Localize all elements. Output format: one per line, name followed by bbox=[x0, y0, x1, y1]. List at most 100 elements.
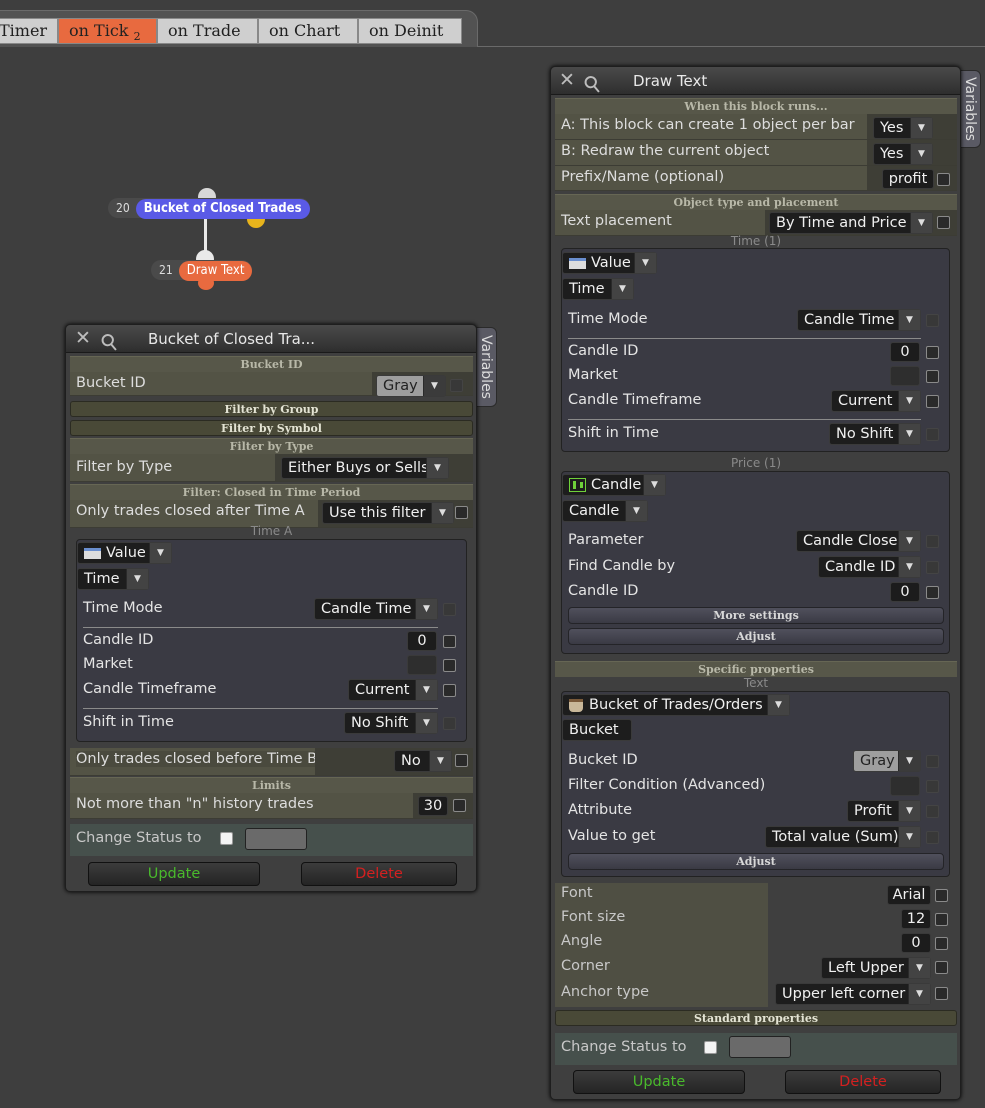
checkbox[interactable] bbox=[926, 561, 939, 574]
before-time-b-checkbox[interactable] bbox=[455, 754, 468, 767]
tab-on-chart[interactable]: on Chart bbox=[258, 18, 358, 44]
status-checkbox[interactable] bbox=[704, 1041, 717, 1054]
market-input[interactable] bbox=[407, 655, 437, 675]
find-candle-select[interactable]: Candle ID ▼ bbox=[818, 556, 921, 578]
filter-condition-input[interactable] bbox=[890, 776, 920, 796]
shift-select[interactable]: No Shift ▼ bbox=[344, 712, 438, 734]
after-time-a-checkbox[interactable] bbox=[455, 506, 468, 519]
update-button[interactable]: Update bbox=[88, 862, 260, 886]
checkbox[interactable] bbox=[926, 805, 939, 818]
checkbox[interactable] bbox=[443, 717, 456, 730]
standard-properties-bar[interactable]: Standard properties bbox=[555, 1010, 957, 1026]
checkbox[interactable] bbox=[926, 831, 939, 844]
corner-checkbox[interactable] bbox=[935, 961, 948, 974]
chevron-down-icon: ▼ bbox=[643, 475, 665, 495]
node-draw-text[interactable]: 21 Draw Text bbox=[151, 260, 253, 281]
more-settings-bar[interactable]: More settings bbox=[568, 607, 944, 624]
candle-id-checkbox[interactable] bbox=[443, 635, 456, 648]
market-input[interactable] bbox=[890, 366, 920, 386]
limit-checkbox[interactable] bbox=[453, 799, 466, 812]
filter-by-symbol-bar[interactable]: Filter by Symbol bbox=[70, 420, 473, 436]
placement-checkbox[interactable] bbox=[937, 216, 950, 229]
checkbox[interactable] bbox=[926, 780, 939, 793]
market-label: Market bbox=[568, 367, 618, 383]
candle-type-select[interactable]: Candle ▼ bbox=[562, 500, 648, 522]
market-checkbox[interactable] bbox=[443, 659, 456, 672]
tab-on-deinit[interactable]: on Deinit bbox=[358, 18, 462, 44]
checkbox[interactable] bbox=[926, 755, 939, 768]
market-checkbox[interactable] bbox=[926, 370, 939, 383]
attribute-select[interactable]: Profit ▼ bbox=[847, 800, 921, 822]
anchor-checkbox[interactable] bbox=[935, 987, 948, 1000]
bucket-id-select[interactable]: Gray ▼ bbox=[376, 375, 446, 397]
close-icon[interactable]: ✕ bbox=[558, 71, 576, 90]
delete-button[interactable]: Delete bbox=[785, 1070, 941, 1094]
candle-id2-input[interactable]: 0 bbox=[890, 582, 920, 602]
prefix-checkbox[interactable] bbox=[937, 173, 950, 186]
timeframe-checkbox[interactable] bbox=[926, 395, 939, 408]
tab-on-tick[interactable]: on Tick 2 bbox=[58, 18, 157, 44]
variables-tab[interactable]: Variables bbox=[959, 70, 981, 148]
create-per-bar-select[interactable]: Yes ▼ bbox=[873, 117, 933, 139]
candle-source-select[interactable]: Candle ▼ bbox=[562, 474, 666, 496]
candle-id-label: Candle ID bbox=[83, 632, 154, 648]
checkbox[interactable] bbox=[926, 428, 939, 441]
timeframe-select[interactable]: Current ▼ bbox=[831, 390, 921, 412]
value-to-get-select[interactable]: Total value (Sum) ▼ bbox=[765, 826, 921, 848]
status-color-field[interactable] bbox=[245, 828, 307, 850]
font-input[interactable]: Arial bbox=[887, 885, 931, 905]
tab-timer[interactable]: Timer bbox=[0, 18, 58, 44]
filter-condition-label: Filter Condition (Advanced) bbox=[568, 777, 766, 793]
value-source-select[interactable]: Value ▼ bbox=[77, 542, 172, 564]
checkbox[interactable] bbox=[926, 535, 939, 548]
time-type-select[interactable]: Time ▼ bbox=[562, 278, 634, 300]
delete-button[interactable]: Delete bbox=[301, 862, 457, 886]
update-button[interactable]: Update bbox=[573, 1070, 745, 1094]
bucket-type-select[interactable]: Bucket bbox=[562, 719, 632, 741]
shift-select[interactable]: No Shift ▼ bbox=[829, 423, 921, 445]
checkbox[interactable] bbox=[926, 314, 939, 327]
status-checkbox[interactable] bbox=[220, 832, 233, 845]
filter-type-select[interactable]: Either Buys or Sells ▼ bbox=[281, 457, 449, 479]
font-size-input[interactable]: 12 bbox=[901, 909, 931, 929]
variables-tab[interactable]: Variables bbox=[475, 327, 497, 407]
checkbox[interactable] bbox=[443, 603, 456, 616]
time-mode-select[interactable]: Candle Time ▼ bbox=[314, 598, 438, 620]
bucket-id-select[interactable]: Gray ▼ bbox=[853, 750, 921, 772]
timeframe-checkbox[interactable] bbox=[443, 684, 456, 697]
prefix-input[interactable]: profit bbox=[882, 169, 934, 189]
limit-input[interactable]: 30 bbox=[418, 796, 448, 816]
status-color-field[interactable] bbox=[729, 1036, 791, 1058]
close-icon[interactable]: ✕ bbox=[74, 329, 92, 348]
bucket-source-select[interactable]: Bucket of Trades/Orders ▼ bbox=[562, 694, 790, 716]
tab-on-trade[interactable]: on Trade bbox=[157, 18, 258, 44]
after-time-a-select[interactable]: Use this filter ▼ bbox=[322, 502, 454, 524]
node-bucket-closed-trades[interactable]: 20 Bucket of Closed Trades bbox=[108, 198, 310, 219]
adjust-bar[interactable]: Adjust bbox=[568, 853, 944, 870]
time-type-select[interactable]: Time ▼ bbox=[77, 568, 149, 590]
timeframe-select[interactable]: Current ▼ bbox=[348, 679, 438, 701]
font-size-checkbox[interactable] bbox=[935, 913, 948, 926]
value-source-select[interactable]: Value ▼ bbox=[562, 252, 657, 274]
candle-id2-checkbox[interactable] bbox=[926, 586, 939, 599]
panel-header[interactable]: ✕ ⚲ Bucket of Closed Tra... bbox=[66, 325, 476, 358]
before-time-b-select[interactable]: No ▼ bbox=[394, 750, 452, 772]
candle-id-checkbox[interactable] bbox=[926, 346, 939, 359]
redraw-select[interactable]: Yes ▼ bbox=[873, 143, 933, 165]
parameter-select[interactable]: Candle Close ▼ bbox=[796, 530, 921, 552]
candle-id-input[interactable]: 0 bbox=[890, 342, 920, 362]
corner-select[interactable]: Left Upper ▼ bbox=[821, 957, 931, 979]
time-mode-select[interactable]: Candle Time ▼ bbox=[797, 309, 921, 331]
filter-by-group-bar[interactable]: Filter by Group bbox=[70, 401, 473, 417]
pin-icon[interactable]: ⚲ bbox=[96, 319, 134, 358]
candle-id-input[interactable]: 0 bbox=[407, 631, 437, 651]
anchor-select[interactable]: Upper left corner ▼ bbox=[775, 983, 931, 1005]
text-placement-select[interactable]: By Time and Price ▼ bbox=[769, 212, 933, 234]
angle-input[interactable]: 0 bbox=[901, 933, 931, 953]
font-checkbox[interactable] bbox=[935, 889, 948, 902]
angle-checkbox[interactable] bbox=[935, 937, 948, 950]
pin-icon[interactable]: ⚲ bbox=[579, 61, 617, 100]
adjust-bar[interactable]: Adjust bbox=[568, 628, 944, 645]
checkbox[interactable] bbox=[450, 379, 463, 392]
panel-header[interactable]: ✕ ⚲ Draw Text bbox=[551, 67, 960, 100]
